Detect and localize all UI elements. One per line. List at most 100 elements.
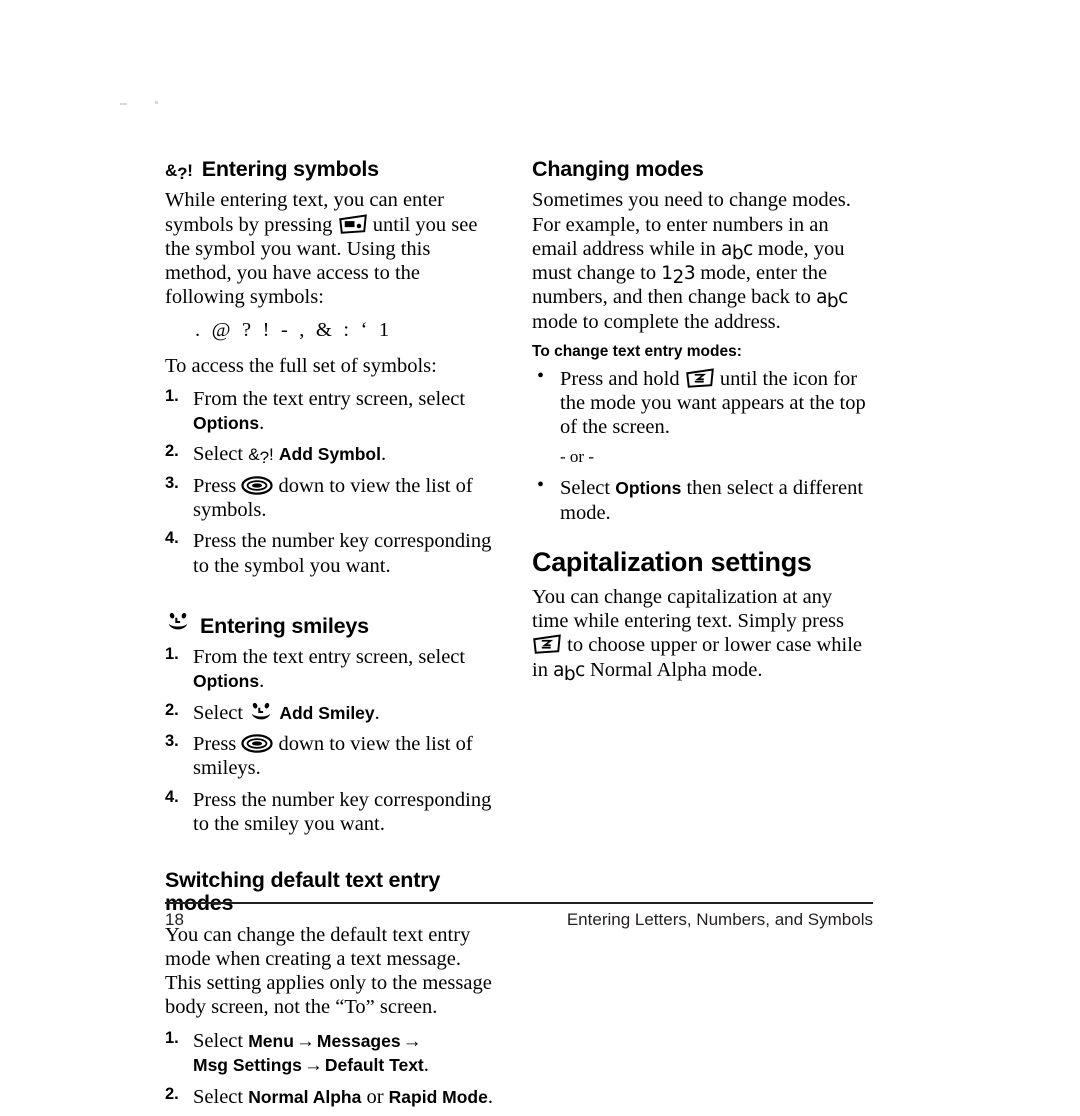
text-mode-key-icon	[533, 634, 561, 655]
list-item: • Select Options then select a different…	[532, 474, 867, 525]
step-text: Select	[193, 1029, 249, 1052]
ui-label-options: Options	[193, 671, 260, 692]
step-number: 3.	[165, 473, 179, 492]
step-text: Select	[193, 443, 249, 466]
ui-label-add-symbol: Add Symbol	[278, 444, 381, 465]
manual-page: &?! Entering symbols While entering text…	[0, 0, 1080, 1108]
step-number: 1.	[165, 1028, 179, 1047]
heading-capitalization-settings: Capitalization settings	[532, 547, 812, 578]
step-text: Press the number key corresponding to th…	[193, 788, 492, 835]
heading-entering-smileys: Entering smileys	[165, 611, 500, 638]
list-item: 1. From the text entry screen, select Op…	[165, 387, 500, 436]
step-number: 2.	[165, 1084, 179, 1103]
step-number: 1.	[165, 645, 179, 664]
arrow-icon: →	[402, 1030, 422, 1052]
symbol-amp-question-bang-icon: &?!	[165, 161, 193, 183]
conjunction: or	[361, 1085, 389, 1108]
heading-entering-symbols-label: Entering symbols	[201, 157, 379, 181]
step-number: 3.	[165, 731, 179, 750]
list-item: 4. Press the number key corresponding to…	[165, 529, 500, 578]
changing-modes-part4: mode to complete the address.	[532, 310, 781, 333]
step-number: 2.	[165, 700, 179, 719]
step-number: 4.	[165, 529, 179, 548]
symbol-list-row: . @?! -, &: ‘ 1	[165, 319, 500, 342]
step-text: From the text entry screen, select	[193, 646, 466, 669]
step-text-after: .	[374, 701, 380, 724]
list-item: 1. From the text entry screen, select Op…	[165, 645, 500, 694]
text-mode-key-icon	[685, 367, 714, 388]
symbol-item: @	[211, 318, 232, 341]
step-text: Press	[193, 474, 242, 497]
list-item: 2. Select Normal Alpha or Rapid Mode.	[165, 1085, 500, 1109]
smiley-face-icon	[251, 702, 271, 720]
list-item: 3. Press down to view the list of symbol…	[165, 474, 500, 523]
menu-path-messages: Messages	[316, 1030, 401, 1051]
step-text-after: .	[259, 412, 265, 435]
page-number: 18	[165, 910, 184, 929]
symbol-item: 1	[378, 318, 390, 341]
smiley-face-icon	[168, 612, 188, 630]
option-rapid-mode: Rapid Mode	[388, 1086, 488, 1107]
heading-entering-smileys-label: Entering smileys	[200, 613, 369, 638]
bullet-dot: •	[537, 474, 545, 497]
abc-mode-icon: abc	[553, 659, 585, 685]
right-column: Changing modes Sometimes you need to cha…	[532, 157, 867, 691]
footer-chapter-title: Entering Letters, Numbers, and Symbols	[566, 910, 873, 929]
symbols-step-list: 1. From the text entry screen, select Op…	[165, 387, 500, 578]
list-item: 2. Select &?! Add Symbol.	[165, 442, 500, 466]
heading-switching-default-modes: Switching default text entry modes	[165, 868, 441, 916]
step-text-after: .	[380, 443, 387, 466]
page-footer: 18 Entering Letters, Numbers, and Symbol…	[165, 910, 873, 930]
ui-label-add-smiley: Add Smiley	[279, 702, 375, 723]
symbol-item: .	[195, 318, 201, 341]
capitalization-part1: You can change capitalization at any tim…	[532, 585, 845, 632]
list-item: 4. Press the number key corresponding to…	[165, 788, 500, 837]
bullet-dot: •	[537, 364, 545, 387]
menu-path-default-text: Default Text	[324, 1055, 424, 1076]
step-text: Press	[193, 732, 242, 755]
step-text-after: .	[259, 670, 265, 693]
step-text: Press the number key corresponding to th…	[193, 530, 492, 577]
change-modes-bullet-list: • Press and hold until the icon for the …	[532, 364, 867, 440]
symbol-item: !	[262, 318, 270, 341]
switching-paragraph: You can change the default text entry mo…	[165, 923, 492, 1019]
arrow-icon: →	[303, 1055, 323, 1077]
subhead-change-text-entry-modes: To change text entry modes:	[532, 342, 742, 360]
menu-path-menu: Menu	[248, 1030, 294, 1051]
symbol-item: ,	[299, 318, 305, 341]
step-text: From the text entry screen, select	[193, 387, 466, 410]
left-column: &?! Entering symbols While entering text…	[165, 157, 500, 1116]
switching-step-list: 1. Select Menu → Messages → Msg Settings → De…	[165, 1029, 500, 1109]
abc-mode-icon: abc	[721, 238, 753, 264]
ui-label-options: Options	[615, 478, 682, 499]
list-item: 1. Select Menu → Messages → Msg Settings → De…	[165, 1029, 500, 1078]
symbols-access-lead: To access the full set of symbols:	[165, 354, 437, 377]
symbols-intro-paragraph: While entering text, you can enter symbo…	[165, 188, 500, 309]
123-mode-icon: 123	[661, 263, 696, 289]
list-item: • Press and hold until the icon for the …	[532, 364, 867, 440]
list-item: 2. Select Add Smiley.	[165, 701, 500, 725]
abc-mode-icon: abc	[816, 287, 848, 313]
step-text: Select	[193, 701, 249, 724]
heading-changing-modes: Changing modes	[532, 157, 704, 181]
navigation-key-icon	[241, 734, 274, 753]
change-modes-bullet-list-2: • Select Options then select a different…	[532, 474, 867, 525]
scan-artifact	[155, 101, 158, 104]
changing-modes-paragraph: Sometimes you need to change modes. For …	[532, 188, 867, 334]
bullet-text: Select	[560, 477, 616, 500]
symbol-item: ‘	[360, 318, 368, 341]
capitalization-paragraph: You can change capitalization at any tim…	[532, 585, 867, 685]
footer-divider	[165, 902, 873, 904]
menu-path-msg-settings: Msg Settings	[193, 1055, 302, 1076]
text-mode-key-icon	[338, 213, 367, 234]
option-normal-alpha: Normal Alpha	[248, 1086, 362, 1107]
step-number: 2.	[165, 442, 179, 461]
symbol-item: :	[343, 318, 350, 341]
step-text: Select	[193, 1085, 249, 1108]
step-number: 4.	[165, 787, 179, 806]
symbol-item: ?	[242, 318, 252, 341]
scan-artifact	[120, 103, 127, 105]
list-item: 3. Press down to view the list of smiley…	[165, 732, 500, 781]
capitalization-part3: Normal Alpha mode.	[589, 658, 763, 681]
symbol-item: -	[280, 318, 289, 341]
